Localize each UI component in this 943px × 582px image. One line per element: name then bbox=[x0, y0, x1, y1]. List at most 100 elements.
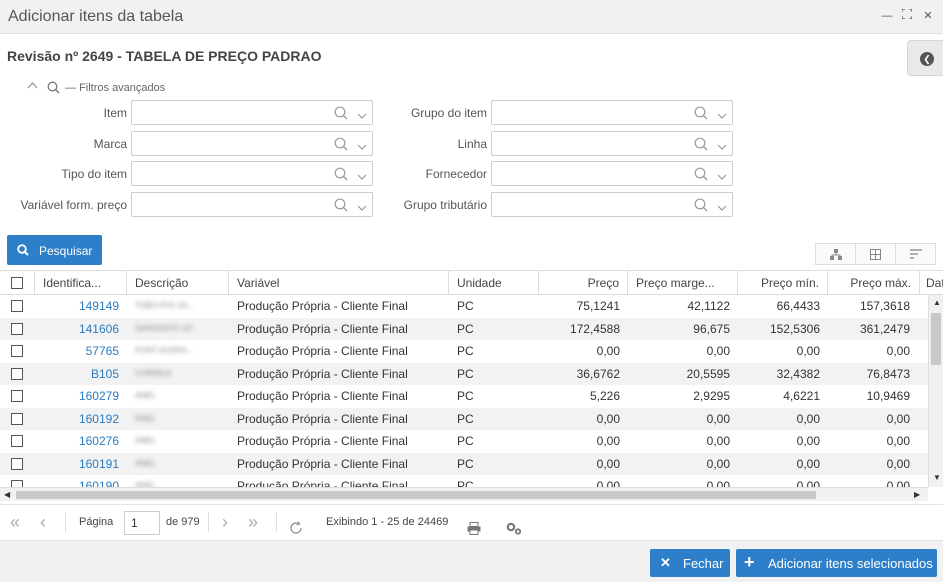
row-checkbox[interactable] bbox=[11, 345, 23, 357]
fornecedor-filter-field[interactable] bbox=[491, 161, 733, 186]
chevron-down-icon[interactable] bbox=[357, 140, 367, 154]
item-id-link[interactable]: B105 bbox=[35, 363, 127, 385]
scroll-down-icon[interactable]: ▼ bbox=[933, 473, 941, 482]
vertical-scrollbar[interactable]: ▲ ▼ bbox=[928, 295, 943, 487]
column-header[interactable]: Descrição bbox=[127, 271, 229, 295]
table-row[interactable]: 160279 ANEL Produção Própria - Cliente F… bbox=[0, 385, 928, 408]
side-panel-toggle[interactable]: ❮ bbox=[907, 40, 943, 76]
item-variavel: Produção Própria - Cliente Final bbox=[237, 389, 408, 403]
search-icon[interactable] bbox=[694, 167, 708, 184]
horizontal-scroll-thumb[interactable] bbox=[16, 491, 816, 499]
next-page-icon[interactable]: › bbox=[222, 505, 228, 539]
table-row[interactable]: 160191 ANEL Produção Própria - Cliente F… bbox=[0, 452, 928, 475]
linha-filter-field[interactable] bbox=[491, 131, 733, 156]
close-button[interactable]: ✕ Fechar bbox=[650, 549, 730, 577]
filter-label-linha: Linha bbox=[457, 137, 487, 151]
table-row[interactable]: B105 CORREIA Produção Própria - Cliente … bbox=[0, 362, 928, 385]
horizontal-scrollbar[interactable]: ◀ ▶ bbox=[0, 487, 928, 501]
column-header[interactable]: Identifica... bbox=[35, 271, 127, 295]
item-id-link[interactable]: 160279 bbox=[35, 385, 127, 407]
close-window-icon[interactable]: ✕ bbox=[921, 9, 935, 23]
chevron-left-icon: ❮ bbox=[920, 52, 934, 66]
grupo-tributario-filter-field[interactable] bbox=[491, 192, 733, 217]
first-page-icon[interactable]: « bbox=[10, 505, 20, 539]
row-checkbox[interactable] bbox=[11, 300, 23, 312]
column-header[interactable]: Unidade bbox=[449, 271, 539, 295]
item-id-link[interactable]: 57765 bbox=[35, 340, 127, 362]
table-row[interactable]: 57765 PONT ACERA... Produção Própria - C… bbox=[0, 340, 928, 363]
variavel-filter-field[interactable] bbox=[131, 192, 373, 217]
row-checkbox[interactable] bbox=[11, 367, 23, 380]
filter-label-item: Item bbox=[103, 106, 127, 120]
marca-filter-field[interactable] bbox=[131, 131, 373, 156]
search-icon[interactable] bbox=[694, 106, 708, 123]
prev-page-icon[interactable]: ‹ bbox=[40, 505, 46, 539]
print-icon[interactable] bbox=[467, 515, 481, 535]
column-header[interactable]: Variável bbox=[229, 271, 449, 295]
filter-label-fornecedor: Fornecedor bbox=[425, 167, 487, 181]
table-row[interactable]: 149149 TUBO PVC 50... Produção Própria -… bbox=[0, 295, 928, 318]
item-unidade: PC bbox=[457, 321, 474, 336]
row-checkbox[interactable] bbox=[11, 412, 23, 425]
group-view-button[interactable] bbox=[816, 244, 856, 264]
search-icon[interactable] bbox=[694, 137, 708, 154]
maximize-icon[interactable] bbox=[900, 8, 914, 23]
tipo-item-filter-field[interactable] bbox=[131, 161, 373, 186]
column-header[interactable]: Dat bbox=[920, 271, 943, 295]
vertical-scroll-thumb[interactable] bbox=[931, 313, 941, 365]
chevron-down-icon[interactable] bbox=[717, 201, 727, 215]
scroll-right-icon[interactable]: ▶ bbox=[914, 490, 920, 499]
item-description: CORREIA bbox=[135, 368, 172, 378]
sort-view-button[interactable] bbox=[896, 244, 936, 264]
chevron-down-icon[interactable] bbox=[357, 170, 367, 184]
row-checkbox[interactable] bbox=[11, 457, 23, 470]
hierarchy-icon bbox=[830, 249, 842, 260]
row-checkbox[interactable] bbox=[11, 390, 23, 402]
divider bbox=[276, 512, 277, 532]
scroll-up-icon[interactable]: ▲ bbox=[933, 298, 941, 307]
chevron-up-icon bbox=[27, 81, 39, 93]
item-id-link[interactable]: 160191 bbox=[35, 453, 127, 475]
table-row[interactable]: 141606 SARGENTO 10" Produção Própria - C… bbox=[0, 317, 928, 340]
item-preco: 36,6762 bbox=[576, 366, 620, 381]
page-number-input[interactable]: 1 bbox=[124, 511, 160, 535]
last-page-icon[interactable]: » bbox=[248, 505, 258, 539]
table-row[interactable]: 160276 ANEL Produção Própria - Cliente F… bbox=[0, 430, 928, 453]
chevron-down-icon[interactable] bbox=[717, 109, 727, 123]
item-id-link[interactable]: 160276 bbox=[35, 430, 127, 452]
item-filter-field[interactable] bbox=[131, 100, 373, 125]
chevron-down-icon[interactable] bbox=[717, 140, 727, 154]
chevron-down-icon[interactable] bbox=[717, 170, 727, 184]
add-selected-button-label: Adicionar itens selecionados bbox=[768, 556, 933, 571]
refresh-icon[interactable] bbox=[289, 515, 303, 534]
row-checkbox[interactable] bbox=[11, 435, 23, 447]
item-id-link[interactable]: 141606 bbox=[35, 318, 127, 340]
minimize-icon[interactable]: — bbox=[880, 9, 894, 23]
item-variavel: Produção Própria - Cliente Final bbox=[237, 299, 408, 313]
search-icon[interactable] bbox=[694, 198, 708, 215]
column-header[interactable]: Preço marge... bbox=[628, 271, 738, 295]
grupo-item-filter-field[interactable] bbox=[491, 100, 733, 125]
column-header[interactable]: Preço máx. bbox=[828, 271, 920, 295]
item-variavel: Produção Própria - Cliente Final bbox=[237, 321, 408, 336]
item-preco-margem: 2,9295 bbox=[693, 389, 730, 403]
chevron-down-icon[interactable] bbox=[357, 201, 367, 215]
settings-icon[interactable] bbox=[506, 515, 522, 535]
row-checkbox[interactable] bbox=[11, 322, 23, 335]
item-id-link[interactable]: 149149 bbox=[35, 295, 127, 317]
search-button[interactable]: Pesquisar bbox=[7, 235, 102, 265]
column-header[interactable]: Preço mín. bbox=[738, 271, 828, 295]
add-selected-button[interactable]: + Adicionar itens selecionados bbox=[736, 549, 937, 577]
search-icon[interactable] bbox=[334, 167, 348, 184]
search-icon[interactable] bbox=[334, 106, 348, 123]
search-icon[interactable] bbox=[334, 137, 348, 154]
search-icon[interactable] bbox=[334, 198, 348, 215]
chevron-down-icon[interactable] bbox=[357, 109, 367, 123]
grid-view-button[interactable] bbox=[856, 244, 896, 264]
item-id-link[interactable]: 160192 bbox=[35, 408, 127, 430]
table-row[interactable]: 160192 ANEL Produção Própria - Cliente F… bbox=[0, 407, 928, 430]
scroll-left-icon[interactable]: ◀ bbox=[4, 490, 10, 499]
item-description: SARGENTO 10" bbox=[135, 323, 194, 333]
column-header[interactable]: Preço bbox=[539, 271, 628, 295]
select-all-checkbox[interactable] bbox=[11, 277, 23, 289]
